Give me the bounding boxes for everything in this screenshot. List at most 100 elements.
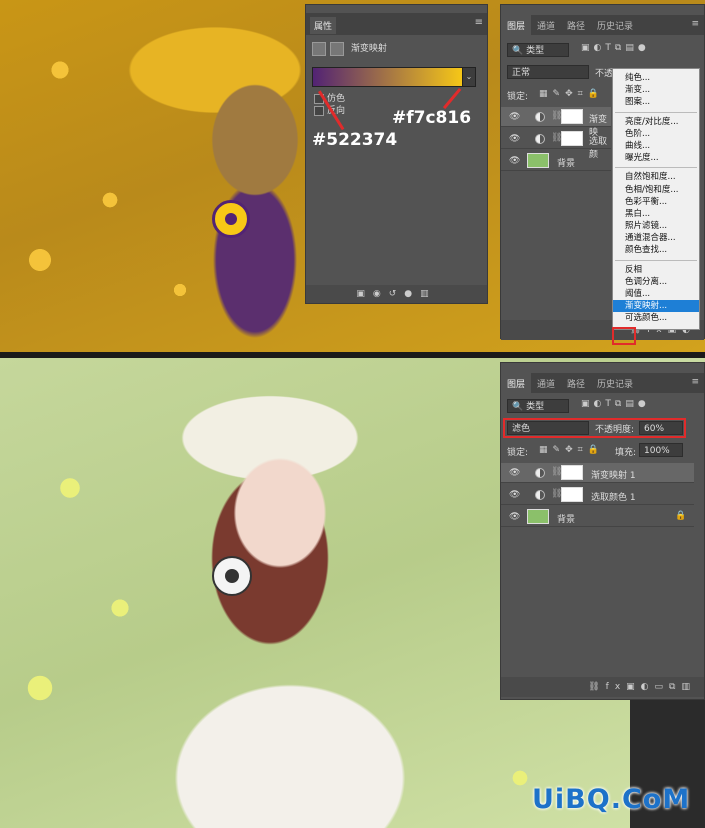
eye-icon[interactable]: 👁 <box>509 490 520 500</box>
pixel-filter-icon[interactable]: ▣ <box>581 399 594 409</box>
menu-item[interactable]: 曲线... <box>613 140 699 152</box>
adjustment-layer-icon <box>535 468 545 478</box>
tab-channels[interactable]: 通道 <box>531 15 561 36</box>
layer-row[interactable]: 👁 ⛓ 渐变映射 1 <box>501 463 694 483</box>
eye-icon[interactable]: 👁 <box>509 156 520 166</box>
pixel-filter-icon[interactable]: ▣ <box>581 43 594 53</box>
menu-item[interactable]: 色调分离... <box>613 276 699 288</box>
clip-icon[interactable]: ▣ <box>356 289 373 299</box>
reverse-checkbox[interactable] <box>314 105 324 116</box>
smart-filter-icon[interactable]: ▤ <box>625 43 638 53</box>
menu-item[interactable]: 色彩平衡... <box>613 196 699 208</box>
background-thumb[interactable] <box>527 153 549 168</box>
layer-row[interactable]: 👁 ⛓ 选取颜色 1 <box>501 485 694 505</box>
smart-filter-icon[interactable]: ▤ <box>625 399 638 409</box>
eye-icon[interactable]: 👁 <box>509 512 520 522</box>
eye-icon[interactable]: 👁 <box>509 468 520 478</box>
menu-item[interactable]: 色相/饱和度... <box>613 184 699 196</box>
tab-layers[interactable]: 图层 <box>501 373 532 394</box>
lock-paint-icon[interactable]: ✎ <box>553 89 566 99</box>
menu-item[interactable]: 颜色查找... <box>613 244 699 256</box>
reset-icon[interactable]: ↺ <box>389 289 405 299</box>
menu-item[interactable]: 纯色... <box>613 72 699 84</box>
menu-item[interactable]: 黑白... <box>613 208 699 220</box>
lock-transparent-icon[interactable]: ▦ <box>539 445 553 455</box>
type-filter-icon[interactable]: T <box>605 43 615 53</box>
adjust-filter-icon[interactable]: ◐ <box>594 399 606 409</box>
mask-icon[interactable] <box>330 41 344 56</box>
tab-paths[interactable]: 路径 <box>561 15 591 36</box>
menu-item[interactable]: 反相 <box>613 264 699 276</box>
panel-menu-icon[interactable]: ≡ <box>691 377 699 387</box>
layer-mask-thumb[interactable] <box>561 465 583 480</box>
menu-item[interactable]: 阈值... <box>613 288 699 300</box>
lock-artboard-icon[interactable]: ⌗ <box>578 445 588 455</box>
trash-icon[interactable]: ▥ <box>681 682 696 692</box>
layer-mask-thumb[interactable] <box>561 487 583 502</box>
panel-menu-icon[interactable]: ≡ <box>475 17 483 28</box>
layer-filter-select[interactable]: 🔍 类型 <box>507 43 569 57</box>
opacity-field[interactable]: 60% <box>639 421 683 435</box>
properties-tab[interactable]: 属性 <box>310 17 337 34</box>
lock-all-icon[interactable]: 🔒 <box>588 445 604 455</box>
lock-paint-icon[interactable]: ✎ <box>553 445 566 455</box>
adjustment-layer-icon <box>535 112 545 122</box>
lock-artboard-icon[interactable]: ⌗ <box>578 89 588 99</box>
adjust-filter-icon[interactable]: ◐ <box>594 43 606 53</box>
lock-move-icon[interactable]: ✥ <box>565 445 578 455</box>
panel-menu-icon[interactable]: ≡ <box>691 19 699 29</box>
chevron-down-icon[interactable]: ⌄ <box>462 67 476 87</box>
menu-item[interactable]: 可选颜色... <box>613 312 699 324</box>
blend-mode-value: 滤色 <box>512 424 531 434</box>
lock-all-icon[interactable]: 🔒 <box>588 89 604 99</box>
shape-filter-icon[interactable]: ⧉ <box>615 399 625 409</box>
layer-filter-select[interactable]: 🔍 类型 <box>507 399 569 413</box>
menu-item[interactable]: 照片滤镜... <box>613 220 699 232</box>
earring <box>212 200 250 238</box>
fx-icon[interactable]: fx <box>606 682 627 692</box>
visibility-icon[interactable]: ● <box>404 289 420 299</box>
properties-footer-icons: ▣◉↺●▥ <box>306 285 487 303</box>
trash-icon[interactable]: ▥ <box>420 289 437 299</box>
tab-layers[interactable]: 图层 <box>501 15 532 36</box>
eye-icon[interactable]: 👁 <box>509 112 520 122</box>
lock-transparent-icon[interactable]: ▦ <box>539 89 553 99</box>
tab-channels[interactable]: 通道 <box>531 373 561 394</box>
new-adjustment-icon[interactable]: ◐ <box>641 682 655 692</box>
menu-item[interactable]: 曝光度... <box>613 152 699 164</box>
menu-item[interactable]: 色阶... <box>613 128 699 140</box>
filter-toggle-icon[interactable]: ● <box>638 399 650 409</box>
lock-move-icon[interactable]: ✥ <box>565 89 578 99</box>
adjustment-layer-icon <box>535 134 545 144</box>
link-layers-icon[interactable]: ⛓ <box>588 682 605 692</box>
layer-row[interactable]: 👁 ⛓ 选取颜 <box>501 129 611 160</box>
tab-history[interactable]: 历史记录 <box>591 15 639 36</box>
filter-toggle-icon[interactable]: ● <box>638 43 650 53</box>
new-layer-icon[interactable]: ⧉ <box>669 682 681 692</box>
blend-mode-select[interactable]: 正常 <box>507 65 589 79</box>
layer-mask-thumb[interactable] <box>561 109 583 124</box>
new-group-icon[interactable]: ▭ <box>655 682 670 692</box>
layer-row[interactable]: 👁 ⛓ 渐变映 <box>501 107 611 138</box>
eye-icon[interactable]: 👁 <box>509 134 520 144</box>
tab-history[interactable]: 历史记录 <box>591 373 639 394</box>
type-filter-icon[interactable]: T <box>605 399 615 409</box>
background-thumb[interactable] <box>527 509 549 524</box>
menu-item[interactable]: 通道混合器... <box>613 232 699 244</box>
shape-filter-icon[interactable]: ⧉ <box>615 43 625 53</box>
fill-value: 100% <box>644 446 670 456</box>
menu-item[interactable]: 渐变... <box>613 84 699 96</box>
layer-row[interactable]: 👁 背景 🔒 <box>501 507 694 527</box>
menu-item[interactable]: 图案... <box>613 96 699 108</box>
menu-item[interactable]: 亮度/对比度... <box>613 116 699 128</box>
tab-paths[interactable]: 路径 <box>561 373 591 394</box>
layer-mask-thumb[interactable] <box>561 131 583 146</box>
menu-item[interactable]: 自然饱和度... <box>613 171 699 183</box>
fill-field[interactable]: 100% <box>639 443 683 457</box>
view-previous-icon[interactable]: ◉ <box>373 289 389 299</box>
add-mask-icon[interactable]: ▣ <box>626 682 641 692</box>
gradient-bar[interactable] <box>312 67 464 87</box>
blend-mode-select[interactable]: 滤色 <box>507 421 589 435</box>
layer-row[interactable]: 👁 背景 <box>501 151 611 171</box>
menu-item-gradient-map[interactable]: 渐变映射... <box>613 300 699 313</box>
